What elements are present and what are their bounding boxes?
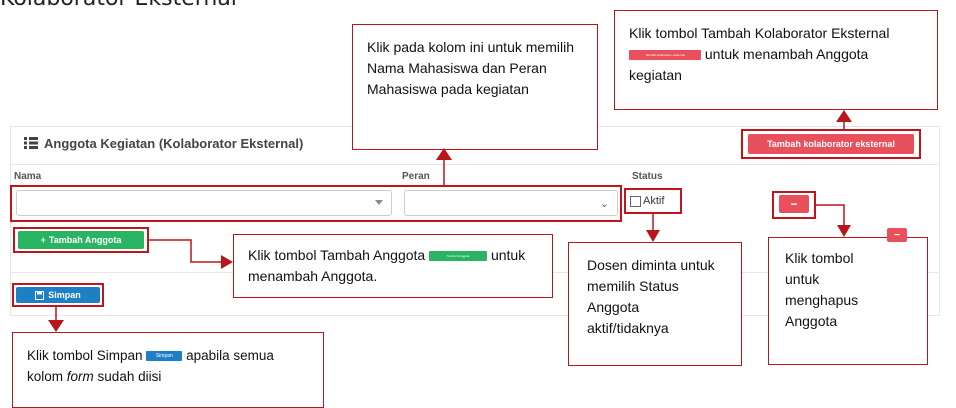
annotation-arrows — [48, 110, 852, 332]
